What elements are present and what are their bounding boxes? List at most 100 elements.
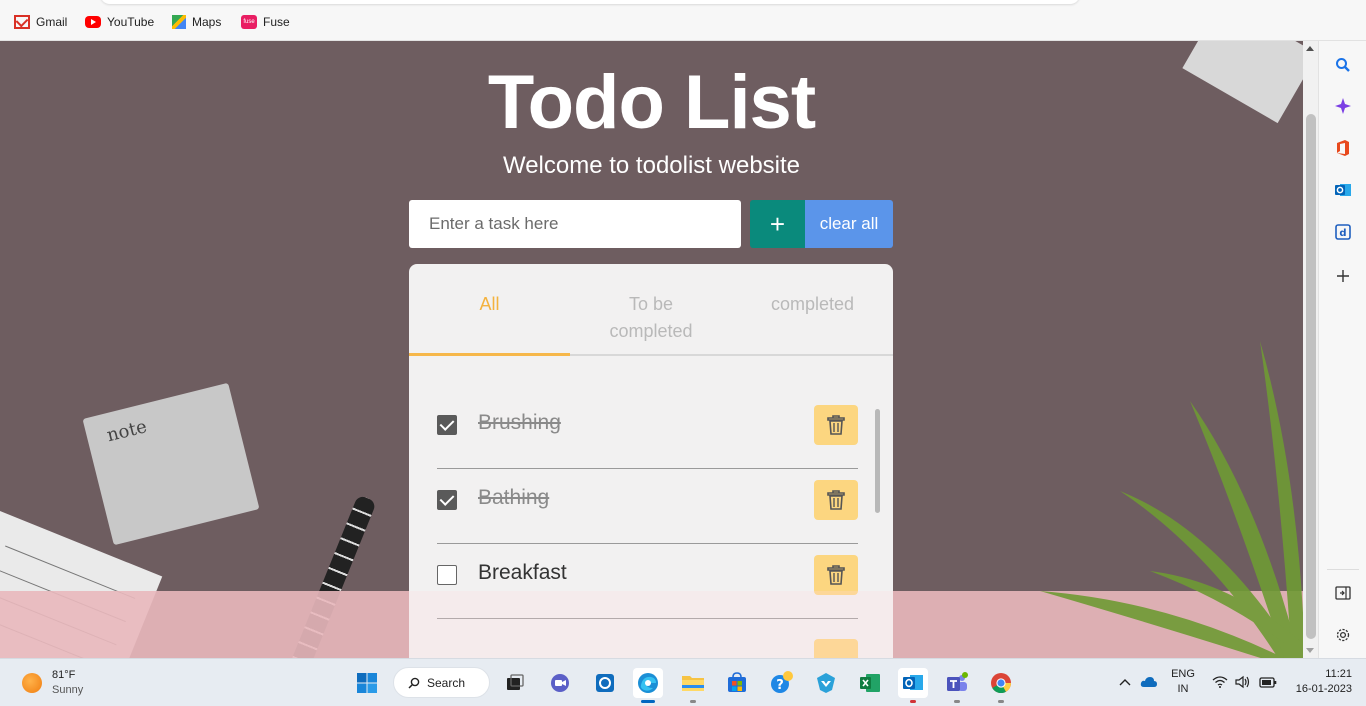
task-input[interactable] <box>409 200 741 248</box>
volume-button[interactable] <box>1234 673 1252 691</box>
weather-condition: Sunny <box>52 684 84 696</box>
tab-all[interactable]: All <box>409 291 570 318</box>
filter-tabs: All To be completed completed <box>409 264 893 356</box>
task-view-button[interactable] <box>500 668 530 698</box>
panel-icon <box>1335 586 1351 600</box>
show-hidden-icons-button[interactable] <box>1116 673 1134 691</box>
delete-task-button[interactable] <box>814 480 858 520</box>
sparkle-icon <box>1335 98 1351 114</box>
shield-icon <box>817 673 835 693</box>
battery-button[interactable] <box>1259 673 1277 691</box>
address-bar-edge <box>100 0 1080 4</box>
cloud-icon <box>1140 677 1157 687</box>
delete-task-button[interactable] <box>814 405 858 445</box>
page-scrollbar[interactable] <box>1303 41 1318 658</box>
taskbar-outlook[interactable] <box>898 668 928 703</box>
taskbar-search[interactable]: Search <box>393 667 490 698</box>
sidebar-office-button[interactable] <box>1331 136 1355 160</box>
page-scrollbar-thumb[interactable] <box>1306 114 1316 639</box>
running-indicator <box>998 700 1004 703</box>
sun-icon <box>22 673 42 693</box>
weather-text: 81°F Sunny <box>52 668 83 698</box>
trash-icon <box>827 565 845 585</box>
task-item: Brushing <box>437 394 858 469</box>
scroll-up-icon[interactable] <box>1306 46 1314 51</box>
task-checkbox[interactable] <box>437 565 457 585</box>
chat-icon <box>551 674 569 692</box>
sidebar-copilot-button[interactable] <box>1331 94 1355 118</box>
task-text: Breakfast <box>478 561 567 584</box>
taskbar-help[interactable]: ? <box>767 668 797 698</box>
tab-to-be-completed[interactable]: To be completed <box>570 291 732 345</box>
task-item: Bathing <box>437 469 858 544</box>
weather-temp: 81°F <box>52 669 76 681</box>
bookmark-youtube[interactable]: YouTube <box>85 13 154 31</box>
bookmark-maps[interactable]: Maps <box>172 13 221 31</box>
bookmark-label: YouTube <box>107 15 155 29</box>
office-icon <box>1337 140 1349 156</box>
taskbar-store[interactable] <box>722 668 752 698</box>
onedrive-button[interactable] <box>1140 673 1158 691</box>
page-viewport: note Todo List Welcome to todolist websi… <box>0 41 1303 658</box>
language-indicator[interactable]: ENG IN <box>1171 667 1195 697</box>
sidebar-outlook-button[interactable] <box>1331 178 1355 202</box>
gmail-icon <box>14 15 30 29</box>
excel-icon <box>860 674 880 692</box>
search-label: Search <box>427 675 466 690</box>
sidebar-add-button[interactable] <box>1331 264 1355 288</box>
taskbar-chrome[interactable] <box>986 668 1016 703</box>
battery-icon <box>1259 677 1277 688</box>
taskbar-chat[interactable] <box>545 668 575 698</box>
youtube-icon <box>85 16 101 28</box>
app-icon <box>596 674 614 692</box>
taskbar-vpn[interactable] <box>811 668 841 698</box>
running-indicator <box>910 700 916 703</box>
store-icon <box>728 672 746 692</box>
windows-icon <box>357 673 377 693</box>
chevron-up-icon <box>1119 679 1131 686</box>
start-button[interactable] <box>352 668 382 698</box>
help-icon: ? <box>771 671 793 693</box>
sidebar-app-button[interactable]: d <box>1331 220 1355 244</box>
bookmarks-bar: Gmail YouTube Maps fuse Fuse <box>0 0 1366 41</box>
taskbar-teams[interactable] <box>942 668 972 703</box>
task-text: Brushing <box>478 411 561 434</box>
clock[interactable]: 11:21 16-01-2023 <box>1288 667 1352 697</box>
tab-completed[interactable]: completed <box>732 291 893 318</box>
clock-time: 11:21 <box>1325 668 1352 680</box>
outlook-icon <box>1335 184 1351 196</box>
delete-task-button[interactable] <box>814 555 858 595</box>
bookmark-label: Maps <box>192 15 222 29</box>
bookmark-gmail[interactable]: Gmail <box>14 13 67 31</box>
svg-text:?: ? <box>776 678 784 693</box>
bookmark-fuse[interactable]: fuse Fuse <box>241 13 290 31</box>
svg-text:d: d <box>1339 228 1346 239</box>
scroll-down-icon[interactable] <box>1306 648 1314 653</box>
taskbar-file-explorer[interactable] <box>678 668 708 703</box>
task-checkbox[interactable] <box>437 490 457 510</box>
edge-icon <box>638 673 658 693</box>
weather-widget[interactable]: 81°F Sunny <box>22 668 83 698</box>
maps-icon <box>172 15 186 29</box>
clock-date: 16-01-2023 <box>1295 683 1352 695</box>
task-list-scrollbar[interactable] <box>875 409 880 513</box>
task-text: Bathing <box>478 486 550 509</box>
taskbar-edge[interactable] <box>633 668 663 703</box>
wifi-icon <box>1212 676 1228 688</box>
sidebar-search-button[interactable] <box>1331 53 1355 77</box>
bookmark-label: Fuse <box>263 15 290 29</box>
network-button[interactable] <box>1211 673 1229 691</box>
sidebar-hide-button[interactable] <box>1331 581 1355 605</box>
clear-all-button[interactable]: clear all <box>805 200 893 248</box>
taskbar-app[interactable] <box>590 668 620 698</box>
language-region: IN <box>1177 683 1189 695</box>
task-checkbox[interactable] <box>437 415 457 435</box>
folder-icon <box>682 676 704 691</box>
add-task-button[interactable]: + <box>750 200 805 248</box>
chrome-icon <box>991 673 1012 694</box>
background-plant-image <box>1040 341 1303 658</box>
background-note-image: note <box>82 382 260 546</box>
sidebar-settings-button[interactable] <box>1331 623 1355 647</box>
taskbar-excel[interactable] <box>855 668 885 698</box>
bookmark-label: Gmail <box>36 15 68 29</box>
